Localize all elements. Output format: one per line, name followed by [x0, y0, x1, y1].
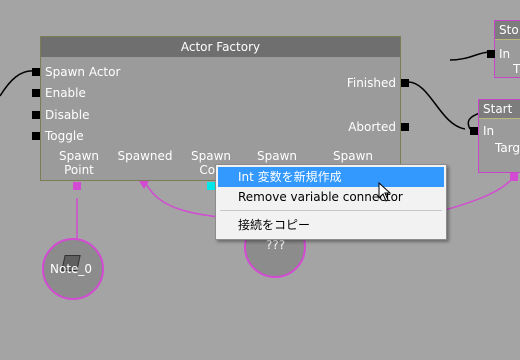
right-node-bottom-target-label: Targ: [495, 141, 520, 155]
pin-label-spawn-actor: Spawn Actor: [45, 65, 121, 79]
right-node-bottom[interactable]: Start In Targ: [470, 99, 520, 173]
note-label: Note_0: [50, 262, 93, 276]
actor-factory-node[interactable]: Actor Factory Spawn Actor Enable Disable…: [32, 36, 409, 181]
menu-item-copy-connection[interactable]: 接続をコピー: [218, 215, 444, 235]
var-label-spawned: Spawned: [117, 149, 173, 163]
var-wire-right: [444, 174, 516, 211]
menu-item-remove-variable-connector[interactable]: Remove variable connector: [218, 187, 444, 207]
right-node-bottom-in-label: In: [483, 124, 495, 138]
pin-label-disable: Disable: [45, 108, 90, 122]
note-node[interactable]: Note_0: [42, 238, 104, 300]
right-node-top-in-label: In: [499, 47, 511, 61]
menu-item-new-int-variable[interactable]: Int 変数を新規作成: [218, 167, 444, 187]
unknown-variable-label: ???: [266, 238, 286, 252]
pin-aborted[interactable]: [401, 123, 409, 131]
right-node-top-title: Sto: [495, 21, 520, 40]
var-label-spawn-point-1: Spawn: [58, 149, 99, 163]
actor-factory-title: Actor Factory: [41, 37, 400, 57]
context-menu: Int 変数を新規作成 Remove variable connector 接続…: [215, 164, 447, 240]
exec-wire-top-right: [449, 51, 491, 61]
right-node-top-target-label: T: [513, 62, 520, 76]
exec-wire-finished: [407, 81, 466, 130]
var-label-spawn-point-2: Point: [64, 163, 94, 177]
pin-disable[interactable]: [32, 111, 40, 119]
right-node-top[interactable]: Sto In T: [487, 20, 520, 78]
var-pin-right[interactable]: [510, 172, 518, 181]
pin-finished[interactable]: [401, 79, 409, 87]
exec-wire-left: [0, 70, 35, 97]
var-label-spawn-5: Spawn: [332, 149, 373, 163]
right-node-top-in-pin[interactable]: [487, 50, 495, 58]
pin-spawn-actor[interactable]: [32, 68, 40, 76]
right-node-bottom-title: Start: [479, 100, 520, 119]
pin-toggle[interactable]: [32, 132, 40, 140]
pin-label-aborted: Aborted: [348, 120, 396, 134]
pin-label-enable: Enable: [45, 86, 86, 100]
var-pin-spawn-count[interactable]: [207, 182, 215, 190]
var-pin-spawned[interactable]: [139, 181, 149, 190]
pin-label-finished: Finished: [346, 76, 396, 90]
var-pin-spawn-point[interactable]: [73, 182, 81, 190]
pin-enable[interactable]: [32, 89, 40, 97]
mouse-cursor-icon: [378, 182, 392, 202]
var-label-spawn-4: Spawn: [256, 149, 297, 163]
menu-separator: [220, 210, 442, 211]
right-node-bottom-in-pin[interactable]: [470, 127, 478, 135]
pin-label-toggle: Toggle: [45, 129, 84, 143]
var-label-spawn-count-1: Spawn: [190, 149, 231, 163]
